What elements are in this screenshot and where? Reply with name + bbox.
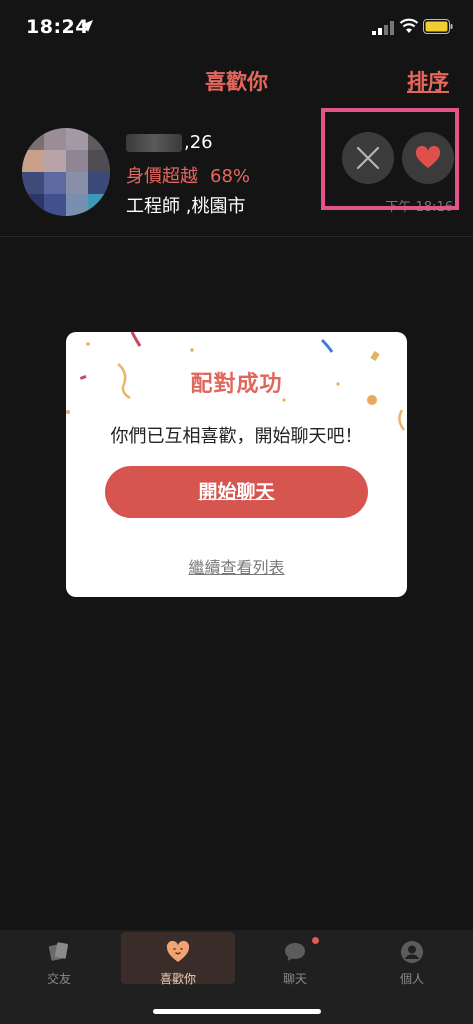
like-button[interactable] xyxy=(402,132,454,184)
page-title: 喜歡你 xyxy=(205,70,268,94)
avatar[interactable] xyxy=(22,128,110,216)
modal-message: 你們已互相喜歡，開始聊天吧！ xyxy=(110,426,363,447)
location-arrow-icon xyxy=(81,20,93,32)
tab-label: 聊天 xyxy=(282,972,307,986)
battery-icon xyxy=(423,19,453,34)
close-icon xyxy=(356,146,380,170)
value-row: 身價超越 68% xyxy=(126,162,250,188)
wifi-icon xyxy=(399,18,419,33)
tab-label: 交友 xyxy=(46,972,71,986)
heart-face-icon xyxy=(166,940,190,962)
match-modal: 配對成功 你們已互相喜歡，開始聊天吧！ 開始聊天 繼續查看列表 xyxy=(66,332,407,597)
signal-icon xyxy=(372,21,394,35)
cards-icon xyxy=(48,942,68,961)
value-percent: 68% xyxy=(210,166,251,187)
pass-button[interactable] xyxy=(342,132,394,184)
tab-chat[interactable]: 聊天 xyxy=(238,932,352,986)
sort-button[interactable]: 排序 xyxy=(407,66,449,96)
heart-icon xyxy=(415,145,441,168)
home-indicator[interactable] xyxy=(153,1009,321,1014)
screen: 18:24 喜歡你 排序 ,26 身價超越 68% 工程師 ,桃園市 下午 18… xyxy=(0,0,473,1024)
modal-title: 配對成功 xyxy=(190,372,283,397)
tab-label: 個人 xyxy=(399,972,424,986)
tab-friends[interactable]: 交友 xyxy=(2,932,116,986)
name-redacted xyxy=(126,134,182,152)
age-text: ,26 xyxy=(184,132,213,153)
name-age: ,26 xyxy=(126,132,213,153)
header: 喜歡你 排序 xyxy=(0,56,473,106)
continue-list-link[interactable]: 繼續查看列表 xyxy=(66,554,407,578)
start-chat-button[interactable]: 開始聊天 xyxy=(105,466,368,518)
job-location: 工程師 ,桃園市 xyxy=(126,196,246,217)
value-label: 身價超越 xyxy=(126,166,198,187)
person-icon xyxy=(401,941,423,963)
tab-label: 喜歡你 xyxy=(159,972,196,986)
chat-unread-badge xyxy=(312,937,319,944)
tab-likes-you[interactable]: 喜歡你 xyxy=(121,932,235,986)
status-bar: 18:24 xyxy=(0,0,473,56)
chat-bubble-icon xyxy=(285,943,305,961)
tab-profile[interactable]: 個人 xyxy=(355,932,469,986)
